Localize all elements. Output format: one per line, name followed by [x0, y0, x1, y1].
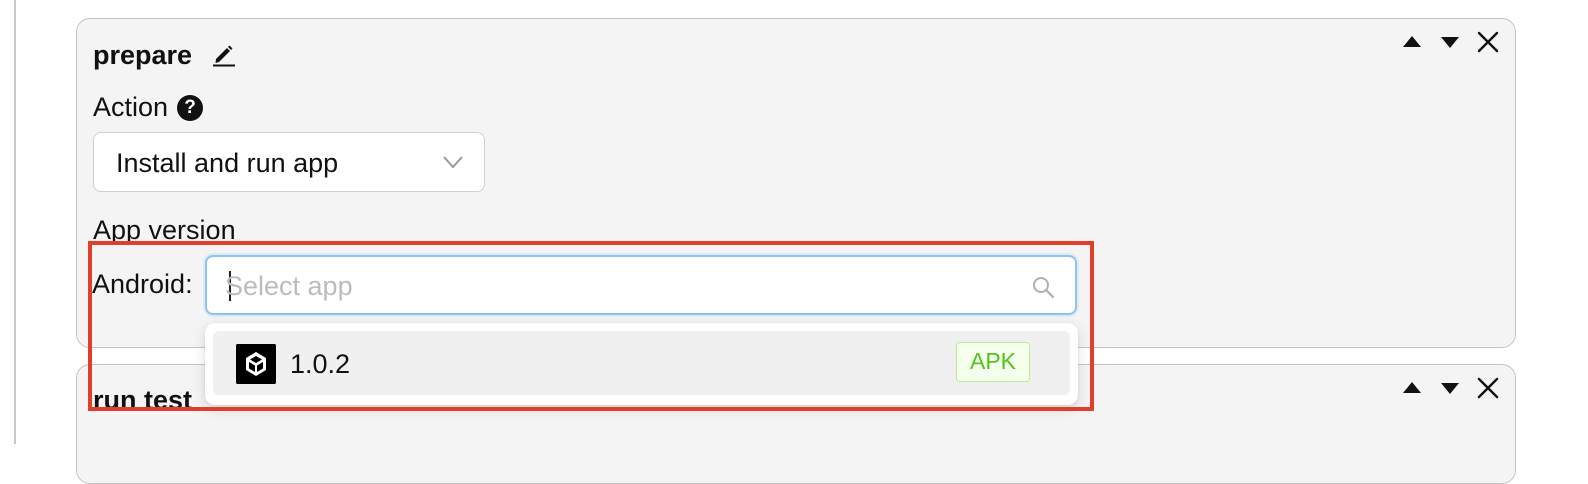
action-select-value: Install and run app	[116, 148, 339, 178]
question-circle-icon[interactable]: ?	[177, 95, 203, 121]
caret-down-icon	[1441, 37, 1459, 48]
app-search-input[interactable]	[225, 269, 985, 303]
unity-logo-icon	[236, 344, 276, 384]
app-search-field[interactable]	[205, 255, 1077, 315]
remove-step-button[interactable]	[1475, 375, 1501, 401]
action-select[interactable]: Install and run app	[93, 132, 485, 192]
caret-up-icon	[1403, 36, 1421, 47]
step-title: prepare	[93, 40, 193, 70]
move-up-button[interactable]	[1399, 375, 1425, 401]
pencil-icon[interactable]	[211, 41, 237, 67]
move-down-button[interactable]	[1437, 375, 1463, 401]
app-option[interactable]: 1.0.2 APK	[213, 331, 1070, 395]
search-icon	[1033, 277, 1055, 299]
app-dropdown: 1.0.2 APK	[205, 323, 1078, 405]
caret-up-icon	[1403, 382, 1421, 393]
caret-down-icon	[1441, 383, 1459, 394]
step-controls	[1399, 375, 1501, 401]
app-version-label: App version	[93, 215, 236, 245]
remove-step-button[interactable]	[1475, 29, 1501, 55]
action-label: Action	[93, 92, 169, 122]
move-down-button[interactable]	[1437, 29, 1463, 55]
left-divider	[14, 0, 16, 444]
step-controls	[1399, 29, 1501, 55]
apk-badge: APK	[956, 342, 1030, 382]
android-label: Android:	[92, 269, 193, 299]
close-icon	[1477, 31, 1499, 53]
step-title: run test	[93, 385, 193, 415]
chevron-down-icon	[443, 156, 463, 169]
app-option-version: 1.0.2	[290, 349, 351, 379]
move-up-button[interactable]	[1399, 29, 1425, 55]
close-icon	[1477, 377, 1499, 399]
